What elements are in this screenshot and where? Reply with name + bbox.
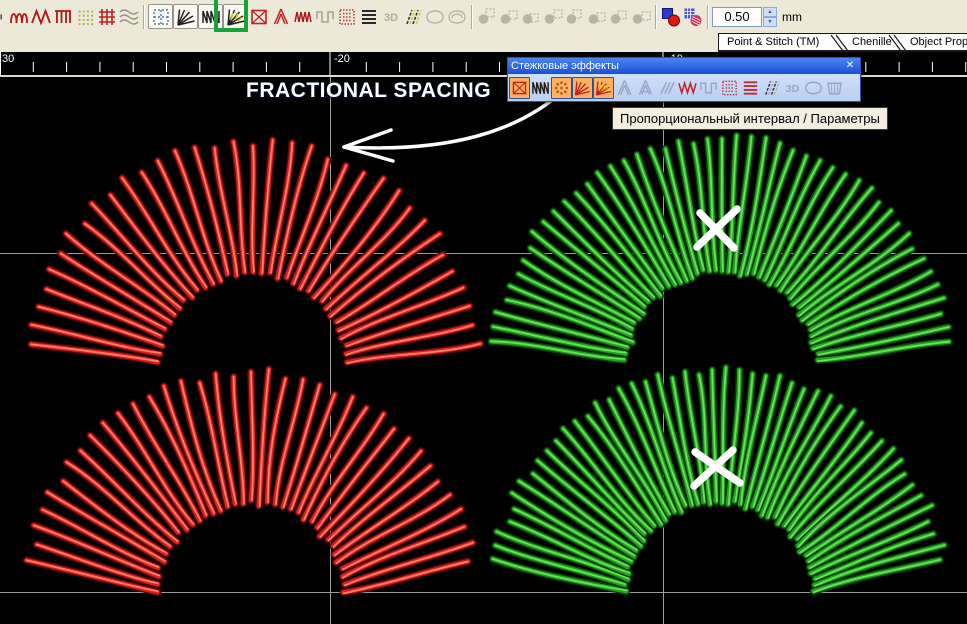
toolbar-separator: [707, 5, 709, 29]
tab-object-properties[interactable]: Object Properties: [910, 36, 967, 48]
svg-text:3D: 3D: [786, 82, 800, 94]
e-stitch-loops-icon[interactable]: [8, 6, 30, 28]
stitch-canvas[interactable]: [0, 77, 967, 624]
zigzag-stitch-icon[interactable]: [30, 6, 52, 28]
offset-object-6-icon: [586, 6, 608, 28]
zigzag-comb-icon[interactable]: [530, 77, 551, 99]
spacing-stepper: ▲ ▼: [763, 7, 777, 27]
contour-lines-icon[interactable]: [358, 6, 380, 28]
toolbar-substrip: Point & Stitch (TM) Chenille Object Prop…: [0, 33, 967, 52]
stitch-effects-icons: 3D: [508, 74, 860, 101]
square-wave-icon[interactable]: [314, 6, 336, 28]
envelope-warp-icon[interactable]: [424, 6, 446, 28]
fur-hatch-icon[interactable]: [402, 6, 424, 28]
pattern-dots-icon[interactable]: [74, 6, 96, 28]
radial-fan-icon[interactable]: [572, 77, 593, 99]
motif-grid-button[interactable]: [148, 4, 173, 29]
stitch-effects-titlebar[interactable]: Стежковые эффекты ✕: [508, 58, 860, 74]
zigzag-comb-button[interactable]: [198, 4, 223, 29]
contour-lines-icon[interactable]: [740, 77, 761, 99]
stitch-effects-toolbar: Стежковые эффекты ✕ 3D: [507, 57, 861, 102]
toolbar-separator: [655, 5, 657, 29]
ruler-label-30: 30: [2, 53, 14, 65]
close-icon[interactable]: ✕: [843, 60, 857, 73]
fan-red-bottom-left[interactable]: [27, 369, 473, 593]
square-wave-icon: [698, 77, 719, 99]
wave-fill-icon[interactable]: [118, 6, 140, 28]
feather-edge-icon[interactable]: [270, 6, 292, 28]
annotation-heading: FRACTIONAL SPACING: [246, 79, 491, 103]
offset-object-7-icon: [608, 6, 630, 28]
clipped-edge-icon[interactable]: [0, 6, 8, 28]
annotation-arrow: [344, 97, 556, 161]
fan-red-top-left[interactable]: [31, 140, 480, 363]
jagged-zigzag-icon[interactable]: [292, 6, 314, 28]
properties-tabs: Point & Stitch (TM) Chenille Object Prop…: [718, 33, 967, 52]
fan-green-bottom-right[interactable]: [493, 367, 945, 592]
offset-object-8-icon: [630, 6, 652, 28]
three-d-effect-icon: 3D: [782, 77, 803, 99]
svg-text:3D: 3D: [384, 12, 398, 24]
basket-weave-icon: [824, 77, 845, 99]
toolbar-separator: [143, 5, 145, 29]
slant-stitch-icon: [656, 77, 677, 99]
design-canvas[interactable]: FRACTIONAL SPACING: [0, 77, 967, 624]
fractional-spacing-button[interactable]: [223, 4, 248, 29]
fractional-spacing-icon[interactable]: [593, 77, 614, 99]
stitch-effects-title: Стежковые эффекты: [511, 60, 843, 72]
comb-stitch-icon[interactable]: [52, 6, 74, 28]
tooltip: Пропорциональный интервал / Параметры: [612, 107, 888, 130]
offset-object-1-icon: [476, 6, 498, 28]
spacing-input[interactable]: [712, 7, 762, 27]
cross-grid-icon[interactable]: [96, 6, 118, 28]
offset-object-4-icon: [542, 6, 564, 28]
toolbar-separator: [471, 5, 473, 29]
offset-object-5-icon: [564, 6, 586, 28]
program-split-icon[interactable]: [336, 6, 358, 28]
ruler-label-m20: -20: [334, 53, 350, 65]
feather-two-icon: [635, 77, 656, 99]
envelope-warp-2-icon[interactable]: [446, 6, 468, 28]
offset-object-2-icon: [498, 6, 520, 28]
offset-object-3-icon: [520, 6, 542, 28]
spinner-up-icon[interactable]: ▲: [763, 7, 777, 17]
three-d-effect-icon[interactable]: 3D: [380, 6, 402, 28]
fan-green-top-right[interactable]: [491, 135, 949, 361]
fur-hatch-icon[interactable]: [761, 77, 782, 99]
tab-chenille[interactable]: Chenille: [852, 36, 892, 48]
pattern-color-icon[interactable]: [682, 6, 704, 28]
envelope-warp-icon: [803, 77, 824, 99]
unit-label: mm: [782, 10, 802, 24]
box-cross-icon[interactable]: [248, 6, 270, 28]
program-split-icon[interactable]: [719, 77, 740, 99]
radial-fan-button[interactable]: [173, 4, 198, 29]
main-toolbar: 3D ▲ ▼ mm: [0, 0, 967, 33]
outline-fill-color-icon[interactable]: [660, 6, 682, 28]
feather-one-icon: [614, 77, 635, 99]
stitch-spacing-control: ▲ ▼ mm: [712, 0, 802, 33]
spinner-down-icon[interactable]: ▼: [763, 17, 777, 27]
toolbar-icon-groups: 3D: [0, 0, 704, 33]
underlay-box-icon[interactable]: [509, 77, 530, 99]
elastic-wave-icon[interactable]: [677, 77, 698, 99]
tab-point-and-stitch[interactable]: Point & Stitch (TM): [727, 36, 819, 48]
motif-circle-icon[interactable]: [551, 77, 572, 99]
app-window: 3D ▲ ▼ mm Point & Stitch (TM) Chenille O…: [0, 0, 967, 624]
